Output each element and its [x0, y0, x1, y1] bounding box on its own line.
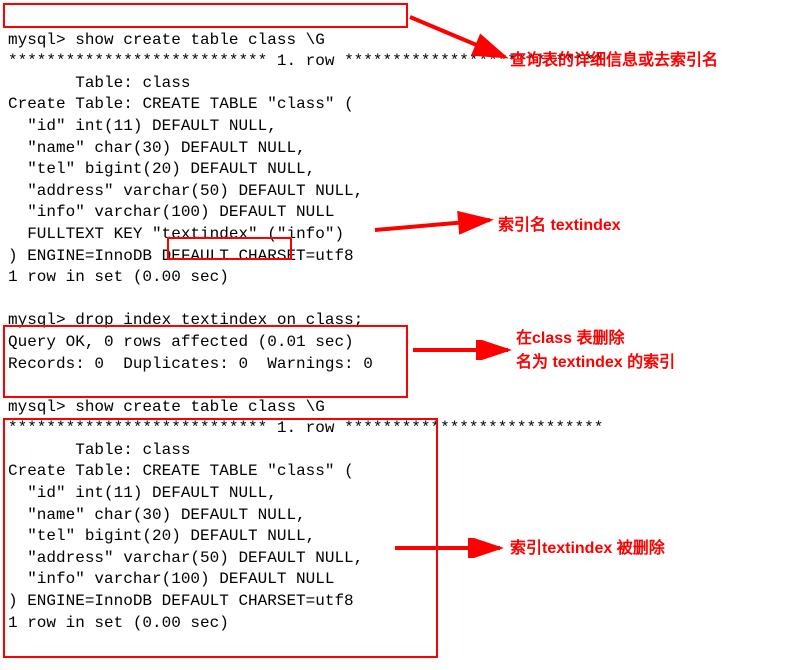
highlight-box-textindex	[167, 237, 292, 260]
result-footer: 1 row in set (0.00 sec)	[8, 268, 229, 286]
highlight-box-command-1	[3, 3, 408, 28]
column-name: "name" char(30) DEFAULT NULL,	[27, 139, 305, 157]
column-id: "id" int(11) DEFAULT NULL,	[27, 117, 277, 135]
annotation-index-name: 索引名 textindex	[498, 215, 621, 237]
highlight-box-result-block	[3, 418, 438, 658]
annotation-drop-line2: 名为 textindex 的索引	[516, 352, 675, 374]
column-address: "address" varchar(50) DEFAULT NULL,	[27, 182, 363, 200]
row-label: 1. row	[277, 52, 335, 70]
annotation-drop-line1: 在class 表删除	[516, 328, 625, 350]
row-separator: ***************************	[8, 52, 267, 70]
annotation-query-info: 查询表的详细信息或去索引名	[510, 50, 718, 72]
table-name: class	[142, 74, 190, 92]
column-info: "info" varchar(100) DEFAULT NULL	[27, 203, 334, 221]
column-tel: "tel" bigint(20) DEFAULT NULL,	[27, 160, 315, 178]
sql-command: show create table class \G	[75, 398, 325, 416]
table-label: Table:	[75, 74, 133, 92]
create-table-label: Create Table:	[8, 95, 133, 113]
annotation-deleted: 索引textindex 被删除	[510, 538, 665, 560]
sql-command: show create table class \G	[75, 31, 325, 49]
prompt: mysql>	[8, 398, 66, 416]
fulltext-prefix: FULLTEXT KEY	[27, 225, 142, 243]
prompt: mysql>	[8, 31, 66, 49]
highlight-box-drop-block	[3, 325, 408, 398]
create-statement: CREATE TABLE "class" (	[142, 95, 353, 113]
